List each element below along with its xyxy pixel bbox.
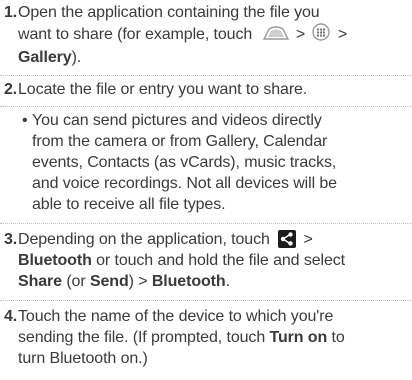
step-text-segment: (or — [61, 273, 90, 290]
step-line: Share (or Send) > Bluetooth. — [18, 271, 406, 292]
greater-than-symbol: > — [295, 26, 306, 44]
share-icon — [278, 229, 297, 248]
bullet-symbol: • — [22, 112, 28, 129]
step-text-segment: to — [327, 329, 345, 346]
turn-on-label: Turn on — [269, 329, 328, 346]
step-line: Open the application containing the file… — [18, 4, 320, 21]
step-line: turn Bluetooth on.) — [18, 350, 148, 367]
share-label: Share — [18, 273, 62, 290]
bullet-line: and voice recordings. Not all devices wi… — [32, 175, 337, 192]
step-text-segment: or touch and hold the file and select — [91, 252, 346, 269]
step-line: Locate the file or entry you want to sha… — [18, 81, 308, 98]
step-text-segment: ). — [71, 49, 82, 66]
step-text-segment: sending the file. (If prompted, touch — [18, 329, 270, 346]
step-text-segment: . — [225, 273, 230, 290]
step-text-segment: want to share (for example, touch — [18, 26, 253, 44]
bluetooth-label: Bluetooth — [18, 252, 92, 269]
step-text: Locate the file or entry you want to sha… — [18, 79, 406, 100]
step-text-segment: ) — [128, 273, 139, 290]
divider — [0, 223, 412, 224]
bullet-line: You can send pictures and videos directl… — [32, 112, 322, 129]
divider — [0, 106, 412, 107]
step-line: Depending on the application, touch > — [18, 229, 406, 250]
bullet-text: You can send pictures and videos directl… — [32, 110, 408, 215]
step-text: Depending on the application, touch > Bl… — [18, 229, 406, 292]
step-line: Touch the name of the device to which yo… — [18, 308, 334, 325]
step-text-segment: Depending on the application, touch — [18, 231, 270, 248]
step-text: Touch the name of the device to which yo… — [18, 306, 406, 369]
greater-than-symbol: > — [303, 231, 313, 248]
divider — [0, 300, 412, 301]
step-line: Bluetooth or touch and hold the file and… — [18, 250, 406, 271]
bluetooth-label: Bluetooth — [147, 273, 226, 290]
bullet-line: from the camera or from Gallery, Calenda… — [32, 133, 328, 150]
step-line: want to share (for example, touch > > — [18, 23, 406, 47]
apps-grid-icon — [312, 23, 331, 47]
step-number: 1. — [4, 4, 18, 21]
step-line: Gallery). — [18, 47, 406, 68]
step-number: 3. — [4, 231, 18, 248]
bullet-line: events, Contacts (as vCards), music trac… — [32, 154, 337, 171]
send-label: Send — [89, 273, 129, 290]
step-number: 2. — [4, 81, 18, 98]
step-line: sending the file. (If prompted, touch Tu… — [18, 327, 406, 348]
divider — [0, 75, 412, 76]
greater-than-symbol: > — [337, 26, 348, 44]
step-number: 4. — [4, 308, 18, 325]
bullet-line: able to receive all file types. — [32, 196, 226, 213]
gallery-label: Gallery — [18, 49, 72, 66]
home-icon — [262, 25, 289, 46]
instruction-page: 1. Open the application containing the f… — [0, 0, 412, 380]
step-text: Open the application containing the file… — [18, 2, 406, 68]
